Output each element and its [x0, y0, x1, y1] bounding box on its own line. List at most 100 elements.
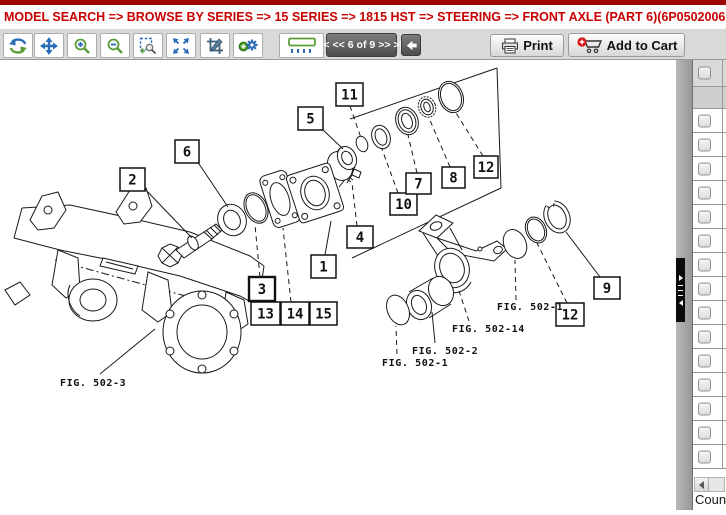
o-ring-part-11 — [354, 135, 370, 154]
zoom-in-button[interactable] — [67, 33, 97, 58]
pager-next[interactable]: >> — [378, 39, 390, 51]
row-checkbox[interactable] — [698, 210, 711, 223]
add-to-cart-label: Add to Cart — [607, 38, 678, 53]
fig-reference-label[interactable]: FIG. 502-1 — [382, 358, 448, 369]
breadcrumb-segment[interactable]: 1815 HST — [359, 10, 415, 24]
zoom-area-button[interactable] — [133, 33, 163, 58]
breadcrumb-separator: => — [416, 10, 438, 24]
callout-7[interactable]: 7 — [406, 173, 431, 194]
seal-part-7 — [392, 104, 422, 138]
page-thumbnails-button[interactable] — [279, 33, 324, 58]
zoom-area-icon — [139, 37, 157, 55]
row-checkbox[interactable] — [698, 354, 711, 367]
svg-text:8: 8 — [449, 171, 457, 187]
svg-text:1: 1 — [319, 260, 327, 276]
page-thumbnails-icon — [284, 36, 320, 55]
settings-button[interactable] — [233, 33, 263, 58]
callout-9[interactable]: 9 — [594, 277, 620, 299]
row-checkbox[interactable] — [698, 114, 711, 127]
row-checkbox[interactable] — [698, 282, 711, 295]
panel-splitter-handle[interactable] — [676, 258, 685, 322]
breadcrumb-separator: => — [253, 10, 275, 24]
pan-button[interactable] — [34, 33, 64, 58]
svg-text:15: 15 — [315, 307, 332, 323]
row-checkbox[interactable] — [698, 426, 711, 439]
zoom-in-icon — [73, 37, 91, 55]
toolbar: |< << 6 of 9 >> >| Print Add to Cart — [0, 30, 726, 60]
callout-10[interactable]: 10 — [390, 193, 417, 215]
diagram-viewport[interactable]: 26511131314154107812912 FIG. 502-3FIG. 5… — [0, 60, 676, 510]
callout-15[interactable]: 15 — [310, 302, 337, 325]
parts-list-panel: Count — [692, 60, 726, 510]
breadcrumb-separator: => — [338, 10, 360, 24]
callout-11[interactable]: 11 — [336, 83, 363, 106]
back-button[interactable] — [401, 34, 421, 56]
select-all-checkbox[interactable] — [698, 67, 711, 80]
svg-text:6: 6 — [183, 145, 191, 161]
o-ring-part-12-top — [434, 78, 467, 116]
fig-reference-label[interactable]: FIG. 502-2 — [412, 346, 478, 357]
fig-reference-label[interactable]: FIG. 502-14 — [452, 324, 525, 335]
pager-status: 6 of 9 — [348, 39, 375, 51]
row-checkbox[interactable] — [698, 306, 711, 319]
collapse-right-icon — [679, 275, 683, 281]
print-label: Print — [523, 38, 553, 53]
fig-reference-label[interactable]: FIG. 502-1 — [497, 302, 563, 313]
row-checkbox[interactable] — [698, 330, 711, 343]
horizontal-scrollbar[interactable] — [694, 477, 725, 492]
scroll-left-button[interactable] — [695, 478, 709, 491]
settings-icon — [238, 37, 259, 54]
callout-13[interactable]: 13 — [251, 302, 280, 325]
svg-text:5: 5 — [306, 112, 314, 128]
row-checkbox[interactable] — [698, 450, 711, 463]
pager-first[interactable]: |< — [320, 39, 329, 51]
pan-icon — [40, 37, 58, 55]
breadcrumb-segment[interactable]: STEERING — [437, 10, 501, 24]
breadcrumb-separator: => — [105, 10, 127, 24]
breadcrumb-segment[interactable]: FRONT AXLE (PART 6)(6P05020063) — [523, 10, 726, 24]
refresh-icon — [7, 36, 29, 56]
svg-text:9: 9 — [603, 281, 611, 297]
callout-6[interactable]: 6 — [175, 140, 199, 163]
row-checkbox[interactable] — [698, 378, 711, 391]
collapse-left-icon — [679, 300, 683, 306]
zoom-out-icon — [106, 37, 124, 55]
callout-14[interactable]: 14 — [281, 302, 309, 325]
svg-text:4: 4 — [356, 230, 364, 246]
row-checkbox[interactable] — [698, 186, 711, 199]
svg-text:7: 7 — [414, 177, 422, 193]
svg-text:2: 2 — [128, 173, 136, 189]
svg-text:14: 14 — [287, 307, 304, 323]
callout-5[interactable]: 5 — [298, 107, 323, 130]
breadcrumb: MODEL SEARCH => BROWSE BY SERIES => 15 S… — [0, 5, 726, 30]
svg-text:12: 12 — [562, 308, 579, 324]
callout-1[interactable]: 1 — [311, 255, 336, 278]
bearing-race-part-10 — [368, 123, 393, 152]
callout-2[interactable]: 2 — [120, 168, 145, 191]
callout-4[interactable]: 4 — [347, 226, 373, 248]
callout-12[interactable]: 12 — [474, 156, 498, 178]
row-checkbox[interactable] — [698, 162, 711, 175]
breadcrumb-segment[interactable]: MODEL SEARCH — [4, 10, 105, 24]
row-checkbox[interactable] — [698, 138, 711, 151]
add-to-cart-button[interactable]: Add to Cart — [568, 33, 685, 57]
callout-8[interactable]: 8 — [442, 167, 465, 188]
breadcrumb-segment[interactable]: BROWSE BY SERIES — [127, 10, 253, 24]
crop-button[interactable] — [200, 33, 230, 58]
print-button[interactable]: Print — [490, 34, 564, 57]
fig-reference-label[interactable]: FIG. 502-3 — [60, 378, 126, 389]
pager-prev[interactable]: << — [333, 39, 345, 51]
panel-splitter[interactable] — [676, 60, 692, 510]
svg-text:13: 13 — [257, 307, 274, 323]
back-arrow-icon — [404, 38, 419, 53]
refresh-button[interactable] — [3, 33, 33, 58]
row-checkbox[interactable] — [698, 234, 711, 247]
breadcrumb-separator: => — [501, 10, 523, 24]
row-checkbox[interactable] — [698, 258, 711, 271]
callout-layer: 26511131314154107812912 — [120, 83, 620, 326]
breadcrumb-segment[interactable]: 15 SERIES — [274, 10, 337, 24]
row-checkbox[interactable] — [698, 402, 711, 415]
zoom-out-button[interactable] — [100, 33, 130, 58]
fit-page-button[interactable] — [166, 33, 196, 58]
callout-3[interactable]: 3 — [249, 277, 275, 301]
